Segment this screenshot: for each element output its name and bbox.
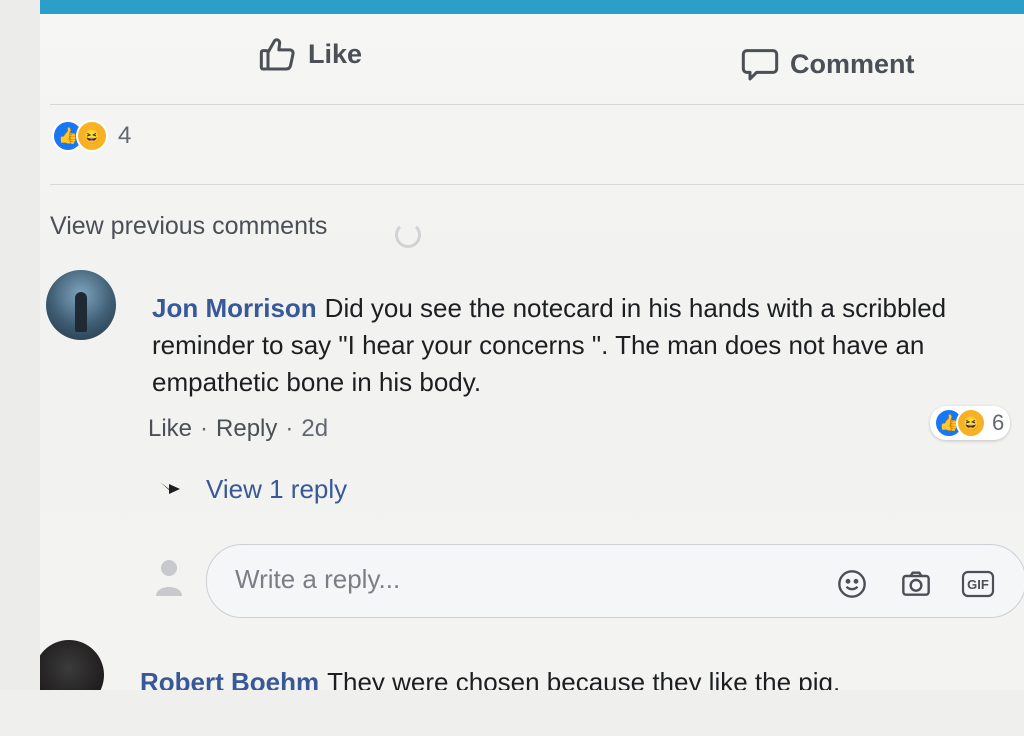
- top-bar: [40, 0, 1024, 14]
- haha-reaction-icon: 😆: [76, 120, 108, 152]
- view-replies-link[interactable]: View 1 reply: [158, 474, 347, 505]
- loading-spinner-icon: [395, 222, 421, 248]
- screen-bezel-bottom: [0, 690, 1024, 736]
- comment-section: Like Comment 👍 😆 4 View previous comment…: [40, 0, 1024, 690]
- comment-reply-link[interactable]: Reply: [216, 415, 277, 443]
- separator: ·: [200, 415, 209, 442]
- comment-author[interactable]: Jon Morrison: [152, 293, 317, 323]
- reaction-count: 4: [118, 122, 132, 149]
- avatar[interactable]: [40, 640, 104, 690]
- comment-button-label: Comment: [790, 48, 915, 79]
- separator: ·: [285, 415, 294, 442]
- post-reactions-summary[interactable]: 👍 😆 4: [52, 120, 131, 152]
- comment-actions: Like · Reply · 2d: [148, 415, 328, 443]
- gif-icon[interactable]: GIF: [961, 567, 995, 601]
- reply-input[interactable]: [233, 563, 757, 596]
- view-previous-comments-link[interactable]: View previous comments: [50, 212, 327, 241]
- reply-composer: GIF: [206, 544, 1024, 618]
- emoji-icon[interactable]: [835, 567, 869, 601]
- comment-body: Jon Morrison Did you see the notecard in …: [152, 290, 1012, 401]
- speech-bubble-icon: [740, 44, 780, 84]
- user-avatar-icon: [152, 556, 186, 598]
- camera-icon[interactable]: [899, 567, 933, 601]
- like-button[interactable]: Like: [258, 34, 362, 74]
- screen-bezel-left: [0, 0, 40, 736]
- comment-like-link[interactable]: Like: [148, 415, 192, 443]
- gif-label: GIF: [967, 577, 989, 592]
- reply-arrow-icon: [158, 474, 184, 505]
- thumbs-up-icon: [258, 34, 298, 74]
- comment-reaction-count: 6: [992, 410, 1005, 435]
- comment-reactions[interactable]: 👍 😆 6: [930, 406, 1011, 440]
- divider: [50, 184, 1024, 185]
- divider: [50, 104, 1024, 105]
- comment-timestamp[interactable]: 2d: [301, 415, 328, 443]
- comment-text: They were chosen because they like the p…: [327, 667, 841, 690]
- comment-button[interactable]: Comment: [740, 44, 915, 84]
- comment-body: Robert Boehm They were chosen because the…: [140, 664, 1020, 690]
- comment-author[interactable]: Robert Boehm: [140, 667, 319, 690]
- haha-reaction-icon: 😆: [956, 408, 986, 438]
- avatar[interactable]: [46, 270, 116, 340]
- like-button-label: Like: [308, 38, 363, 69]
- view-replies-label: View 1 reply: [206, 474, 348, 504]
